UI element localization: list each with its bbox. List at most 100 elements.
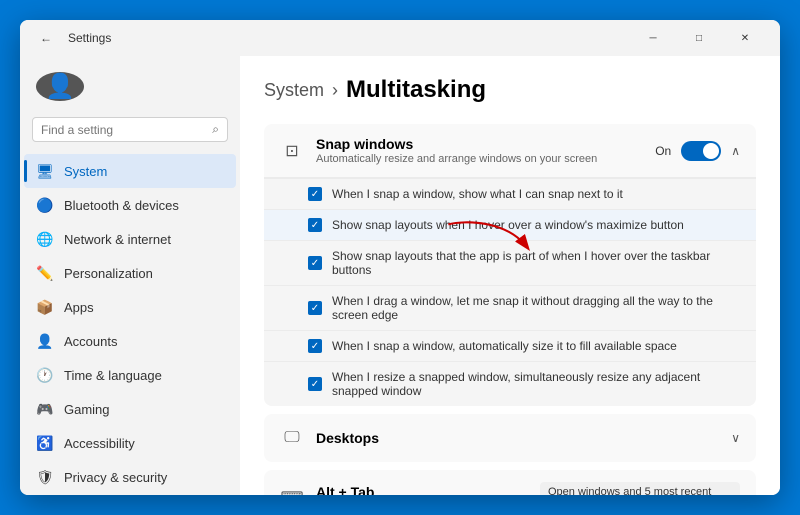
on-label: On [655, 144, 671, 158]
desktops-header-left: 🖵 Desktops [280, 426, 379, 450]
snap-option-opt2[interactable]: ✓ Show snap layouts when I hover over a … [264, 209, 756, 240]
search-input[interactable] [41, 123, 206, 137]
sidebar-item-personalization[interactable]: ✏️ Personalization [24, 256, 236, 290]
snap-subtitle: Automatically resize and arrange windows… [316, 153, 597, 165]
option-text-opt4: When I drag a window, let me snap it wit… [332, 294, 740, 322]
nav-icon-accessibility: ♿ [36, 434, 54, 452]
titlebar-left: ← Settings [32, 24, 111, 52]
sidebar-item-windows-update[interactable]: ⟳ Windows Update [24, 494, 236, 495]
main-content: 👤 ⌕ 🖥 System 🔵 Bluetooth & devices 🌐 Net… [20, 56, 780, 495]
nav-icon-privacy: 🛡 [36, 468, 54, 486]
checkmark-opt5: ✓ [311, 341, 319, 352]
sidebar-item-system[interactable]: 🖥 System [24, 154, 236, 188]
nav-label-time: Time & language [64, 368, 162, 383]
checkbox-opt2[interactable]: ✓ [308, 218, 322, 232]
breadcrumb: System › Multitasking [264, 76, 756, 104]
desktops-section[interactable]: 🖵 Desktops ∨ [264, 414, 756, 462]
alt-tab-dropdown[interactable]: Open windows and 5 most recent tabs in M… [540, 482, 740, 495]
close-button[interactable]: ✕ [722, 22, 768, 54]
checkbox-opt3[interactable]: ✓ [308, 256, 322, 270]
section-title-group: Snap windows Automatically resize and ar… [316, 136, 597, 165]
nav-label-accounts: Accounts [64, 334, 117, 349]
section-header-right: On ∧ [655, 141, 740, 161]
nav-icon-bluetooth: 🔵 [36, 196, 54, 214]
snap-toggle[interactable] [681, 141, 721, 161]
nav-label-bluetooth: Bluetooth & devices [64, 198, 179, 213]
snap-option-opt4[interactable]: ✓ When I drag a window, let me snap it w… [264, 285, 756, 330]
nav-icon-personalization: ✏️ [36, 264, 54, 282]
sidebar-item-accounts[interactable]: 👤 Accounts [24, 324, 236, 358]
maximize-button[interactable]: □ [676, 22, 722, 54]
sidebar: 👤 ⌕ 🖥 System 🔵 Bluetooth & devices 🌐 Net… [20, 56, 240, 495]
desktops-icon: 🖵 [280, 426, 304, 450]
snap-option-opt3[interactable]: ✓ Show snap layouts that the app is part… [264, 240, 756, 285]
sidebar-item-apps[interactable]: 📦 Apps [24, 290, 236, 324]
nav-icon-gaming: 🎮 [36, 400, 54, 418]
sidebar-item-accessibility[interactable]: ♿ Accessibility [24, 426, 236, 460]
nav-icon-time: 🕐 [36, 366, 54, 384]
search-box[interactable]: ⌕ [32, 117, 228, 142]
alt-tab-section: ⌨ Alt + Tab Pressing Alt + Tab shows Ope… [264, 470, 756, 495]
alt-tab-dropdown-chevron: ∨ [724, 492, 732, 496]
snap-chevron-up[interactable]: ∧ [731, 144, 740, 158]
avatar-icon: 👤 [45, 72, 75, 101]
titlebar: ← Settings ─ □ ✕ [20, 20, 780, 56]
checkbox-opt6[interactable]: ✓ [308, 377, 322, 391]
desktops-chevron[interactable]: ∨ [731, 431, 740, 445]
desktops-title: Desktops [316, 430, 379, 446]
option-text-opt5: When I snap a window, automatically size… [332, 339, 677, 353]
nav-icon-apps: 📦 [36, 298, 54, 316]
snap-options: ✓ When I snap a window, show what I can … [264, 177, 756, 406]
nav-label-system: System [64, 164, 107, 179]
checkmark-opt2: ✓ [311, 220, 319, 231]
option-text-opt2: Show snap layouts when I hover over a wi… [332, 218, 684, 232]
minimize-button[interactable]: ─ [630, 22, 676, 54]
section-header-left: ⊡ Snap windows Automatically resize and … [280, 136, 597, 165]
snap-option-opt6[interactable]: ✓ When I resize a snapped window, simult… [264, 361, 756, 406]
checkbox-opt1[interactable]: ✓ [308, 187, 322, 201]
sidebar-item-time[interactable]: 🕐 Time & language [24, 358, 236, 392]
option-text-opt3: Show snap layouts that the app is part o… [332, 249, 740, 277]
back-button[interactable]: ← [32, 24, 60, 52]
option-text-opt6: When I resize a snapped window, simultan… [332, 370, 740, 398]
snap-windows-section: ⊡ Snap windows Automatically resize and … [264, 124, 756, 406]
breadcrumb-separator: › [332, 80, 338, 101]
checkmark-opt3: ✓ [311, 258, 319, 269]
snap-option-opt1[interactable]: ✓ When I snap a window, show what I can … [264, 178, 756, 209]
option-text-opt1: When I snap a window, show what I can sn… [332, 187, 623, 201]
titlebar-title: Settings [68, 31, 111, 45]
nav-label-privacy: Privacy & security [64, 470, 167, 485]
snap-title: Snap windows [316, 136, 597, 152]
checkmark-opt4: ✓ [311, 303, 319, 314]
snap-icon: ⊡ [280, 139, 304, 163]
nav-label-network: Network & internet [64, 232, 171, 247]
alt-tab-title: Alt + Tab [316, 484, 438, 496]
sidebar-item-bluetooth[interactable]: 🔵 Bluetooth & devices [24, 188, 236, 222]
snap-windows-header: ⊡ Snap windows Automatically resize and … [264, 124, 756, 177]
alt-tab-title-group: Alt + Tab Pressing Alt + Tab shows [316, 484, 438, 496]
nav-list: 🖥 System 🔵 Bluetooth & devices 🌐 Network… [20, 154, 240, 495]
page-header: System › Multitasking [264, 76, 756, 104]
alt-tab-header: ⌨ Alt + Tab Pressing Alt + Tab shows Ope… [264, 470, 756, 495]
nav-label-apps: Apps [64, 300, 94, 315]
search-icon: ⌕ [212, 122, 219, 137]
nav-icon-system: 🖥 [36, 162, 54, 180]
alt-tab-icon: ⌨ [280, 486, 304, 495]
titlebar-controls: ─ □ ✕ [630, 22, 768, 54]
nav-icon-accounts: 👤 [36, 332, 54, 350]
main-panel: System › Multitasking ⊡ Snap windows Aut… [240, 56, 780, 495]
breadcrumb-parent: System [264, 80, 324, 101]
sidebar-item-gaming[interactable]: 🎮 Gaming [24, 392, 236, 426]
nav-label-accessibility: Accessibility [64, 436, 135, 451]
checkbox-opt4[interactable]: ✓ [308, 301, 322, 315]
settings-window: ← Settings ─ □ ✕ 👤 ⌕ 🖥 System 🔵 Bluetoot… [20, 20, 780, 495]
snap-option-opt5[interactable]: ✓ When I snap a window, automatically si… [264, 330, 756, 361]
sidebar-item-network[interactable]: 🌐 Network & internet [24, 222, 236, 256]
alt-tab-header-left: ⌨ Alt + Tab Pressing Alt + Tab shows [280, 484, 438, 496]
nav-label-personalization: Personalization [64, 266, 153, 281]
checkbox-opt5[interactable]: ✓ [308, 339, 322, 353]
alt-tab-dropdown-value: Open windows and 5 most recent tabs in M [548, 486, 718, 495]
checkmark-opt6: ✓ [311, 379, 319, 390]
sidebar-item-privacy[interactable]: 🛡 Privacy & security [24, 460, 236, 494]
nav-icon-network: 🌐 [36, 230, 54, 248]
